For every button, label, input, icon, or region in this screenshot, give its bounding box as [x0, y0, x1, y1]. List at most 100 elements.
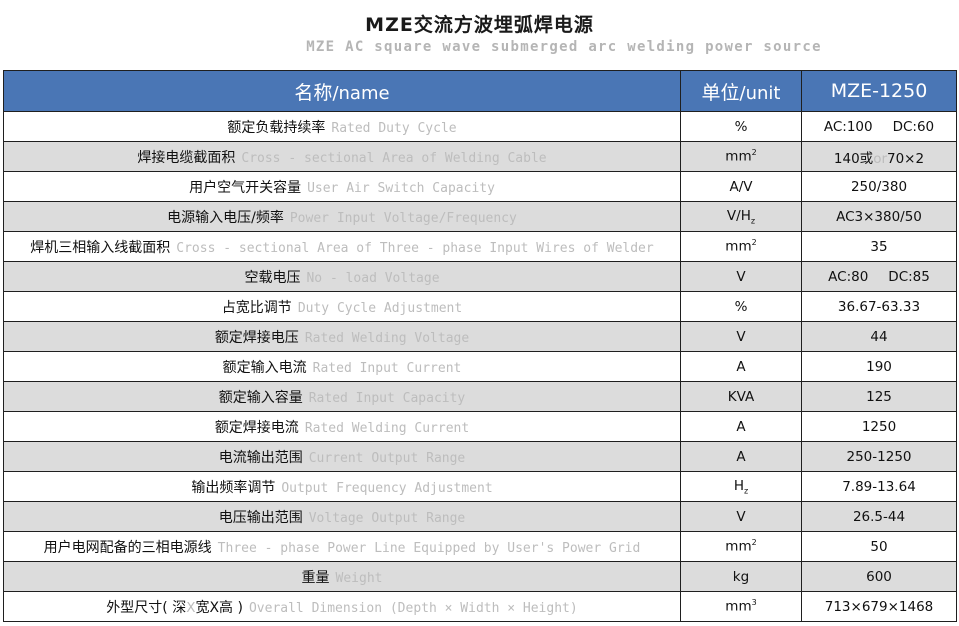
- value-cell: 125: [801, 381, 957, 412]
- unit-cell: V/Hz: [680, 201, 802, 232]
- unit-text: %: [734, 118, 748, 135]
- table-row: 电源输入电压/频率 Power Input Voltage/Frequency V/…: [3, 201, 957, 232]
- table-row: 额定焊接电流 Rated Welding Current A 1250: [3, 411, 957, 442]
- unit-text: A: [736, 358, 746, 375]
- unit-cell: kg: [680, 561, 802, 592]
- table-row: 焊机三相输入线截面积 Cross - sectional Area of Thre…: [3, 231, 957, 262]
- param-name-en: Rated Duty Cycle: [331, 120, 457, 136]
- param-name-cell: 重量 Weight: [3, 561, 681, 592]
- unit-cell: A: [680, 351, 802, 382]
- param-name-cn: 输出频率调节: [191, 479, 276, 496]
- unit-text: V/H: [726, 207, 751, 224]
- unit-cell: %: [680, 111, 802, 142]
- param-name-cell: 电压输出范围 Voltage Output Range: [3, 501, 681, 532]
- table-row: 用户电网配备的三相电源线 Three - phase Power Line Equ…: [3, 531, 957, 562]
- unit-text: KVA: [727, 388, 755, 405]
- value-cell: 190: [801, 351, 957, 382]
- header-name-en: /name: [332, 82, 390, 104]
- value-text: 1250: [861, 418, 897, 435]
- param-name-cell: 输出频率调节 Output Frequency Adjustment: [3, 471, 681, 502]
- value-pair: AC:100 DC:60: [824, 119, 934, 135]
- param-name-en: Power Input Voltage/Frequency: [289, 210, 517, 226]
- value-text: 44: [870, 328, 888, 345]
- param-name-cn: 电压输出范围: [218, 509, 303, 526]
- value-cell: 36.67-63.33: [801, 291, 957, 322]
- page-title: MZE交流方波埋弧焊电源: [365, 14, 594, 36]
- value-text: 190: [866, 358, 892, 375]
- value-text: 600: [866, 568, 892, 585]
- unit-cell: V: [680, 321, 802, 352]
- header-name-cn: 名称: [294, 81, 333, 104]
- unit-cell: V: [680, 261, 802, 292]
- param-name-en: Overall Dimension (Depth × Width × Heigh…: [248, 600, 578, 616]
- param-name-cn: 重量: [301, 569, 330, 586]
- param-name-cell: 焊机三相输入线截面积 Cross - sectional Area of Thre…: [3, 231, 681, 262]
- unit-text: mm: [725, 598, 752, 615]
- unit-cell: A: [680, 441, 802, 472]
- unit-cell: mm2: [680, 231, 802, 262]
- value-text: 7.89-13.64: [842, 478, 916, 495]
- unit-superscript: 2: [751, 238, 757, 248]
- param-name-cn: 额定负载持续率: [227, 119, 326, 136]
- param-name-cn: 占宽比调节: [221, 299, 292, 316]
- value-text: 713×679×1468: [824, 598, 934, 615]
- header-unit-en: /unit: [739, 82, 781, 104]
- table-header-row: 名称/name 单位/unit MZE-1250: [3, 70, 957, 112]
- param-name-cn: 额定输入容量: [218, 389, 303, 406]
- value-cell: 35: [801, 231, 957, 262]
- param-name-cn: 电源输入电压/频率: [167, 209, 284, 226]
- param-name-en: Current Output Range: [308, 450, 466, 466]
- unit-cell: mm2: [680, 531, 802, 562]
- header-model: MZE-1250: [801, 70, 957, 112]
- table-row: 焊接电缆截面积 Cross - sectional Area of Welding…: [3, 141, 957, 172]
- table-row: 空载电压 No - load Voltage V AC:80 DC:85: [3, 261, 957, 292]
- value-text: 50: [870, 538, 888, 555]
- value-cell: 713×679×1468: [801, 591, 957, 622]
- unit-cell: %: [680, 291, 802, 322]
- value-text: 35: [870, 238, 888, 255]
- param-name-en: Output Frequency Adjustment: [281, 480, 493, 496]
- value-text: 125: [866, 388, 892, 405]
- unit-text: A: [736, 448, 746, 465]
- param-name-cn: 额定输入电流: [222, 359, 307, 376]
- unit-superscript: 2: [751, 148, 757, 158]
- value-dc: DC:85: [888, 268, 930, 285]
- table-row: 电流输出范围 Current Output Range A 250-1250: [3, 441, 957, 472]
- unit-text: kg: [732, 568, 750, 585]
- unit-text: V: [736, 268, 746, 285]
- value-cell: AC:100 DC:60: [801, 111, 957, 142]
- value-cell: 44: [801, 321, 957, 352]
- param-name-cn: 空载电压: [244, 269, 301, 286]
- param-name-cell: 用户空气开关容量 User Air Switch Capacity: [3, 171, 681, 202]
- table-row: 占宽比调节 Duty Cycle Adjustment% 36.67-63.33: [3, 291, 957, 322]
- param-name-cell: 用户电网配备的三相电源线 Three - phase Power Line Equ…: [3, 531, 681, 562]
- param-name-en: Cross - sectional Area of Three - phase …: [176, 240, 654, 256]
- value-cell: 250-1250: [801, 441, 957, 472]
- param-name-en: Cross - sectional Area of Welding Cable: [241, 150, 547, 166]
- param-name-en: Duty Cycle Adjustment: [297, 300, 463, 316]
- param-name-cell: 焊接电缆截面积 Cross - sectional Area of Welding…: [3, 141, 681, 172]
- unit-cell: Hz: [680, 471, 802, 502]
- param-name-cell: 额定输入容量 Rated Input Capacity: [3, 381, 681, 412]
- unit-text: %: [734, 298, 748, 315]
- param-name-en: Three - phase Power Line Equipped by Use…: [217, 540, 641, 556]
- unit-text: A/V: [729, 178, 753, 195]
- param-name-en: Rated Input Capacity: [308, 390, 466, 406]
- value-pair: AC:80 DC:85: [828, 269, 930, 285]
- value-or: or: [873, 150, 887, 167]
- param-name-cell: 空载电压 No - load Voltage: [3, 261, 681, 292]
- param-name-en: No - load Voltage: [306, 270, 440, 286]
- value-dc: DC:60: [892, 118, 935, 135]
- value-text: 250/380: [850, 178, 908, 195]
- value-text: 36.67-63.33: [837, 298, 921, 315]
- value-b: 70×2: [887, 150, 925, 167]
- table-row: 输出频率调节 Output Frequency Adjustment Hz 7.89-…: [3, 471, 957, 502]
- param-name-en: Rated Welding Current: [304, 420, 470, 436]
- table-row: 额定焊接电压 Rated Welding Voltage V 44: [3, 321, 957, 352]
- unit-superscript: 2: [751, 538, 757, 548]
- table-row: 额定负载持续率 Rated Duty Cycle% AC:100 DC:60: [3, 111, 957, 142]
- param-name-cn: 焊接电缆截面积: [137, 149, 236, 166]
- param-name-cell: 电源输入电压/频率 Power Input Voltage/Frequency: [3, 201, 681, 232]
- param-name-cn-rest: 宽X高 ): [195, 599, 243, 616]
- value-cell: AC:80 DC:85: [801, 261, 957, 292]
